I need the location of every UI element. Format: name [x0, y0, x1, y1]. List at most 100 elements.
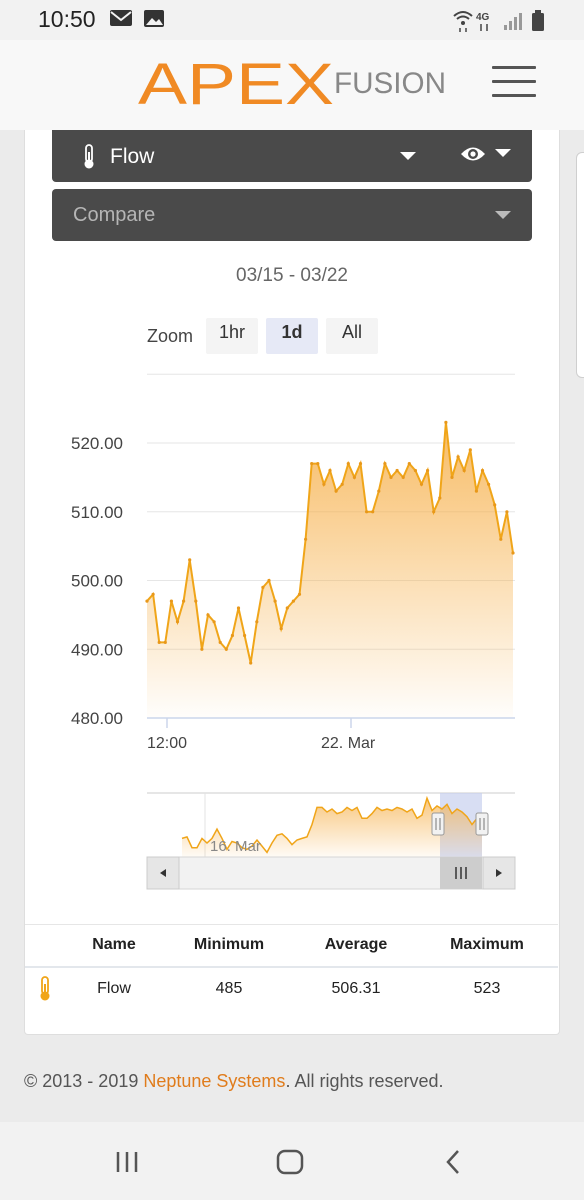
probe-select[interactable]: Flow — [52, 130, 532, 182]
zoom-1hr-button[interactable]: 1hr — [206, 318, 258, 354]
data-point — [163, 640, 167, 645]
navigator-label: 16. Mar — [210, 838, 261, 855]
footer-suffix: . All rights reserved. — [285, 1071, 444, 1091]
data-point — [456, 455, 460, 459]
system-nav-bar — [0, 1122, 584, 1200]
data-point — [297, 592, 302, 596]
thermometer-icon — [84, 144, 94, 169]
data-point — [175, 620, 180, 624]
data-point — [304, 537, 308, 541]
data-point — [474, 489, 478, 493]
data-point — [267, 578, 271, 583]
compare-chevron-down-icon[interactable] — [495, 211, 511, 219]
svg-text:FUSION: FUSION — [334, 67, 446, 100]
data-point — [285, 606, 289, 610]
wifi-icon — [453, 11, 473, 32]
row-maximum: 523 — [473, 980, 501, 997]
svg-text:4G: 4G — [476, 12, 490, 23]
neptune-systems-link[interactable]: Neptune Systems — [143, 1071, 285, 1091]
data-point — [255, 620, 259, 624]
data-point — [377, 489, 381, 493]
navigator-right-handle[interactable] — [475, 812, 489, 836]
image-icon — [144, 10, 164, 27]
data-point — [352, 475, 356, 479]
recent-apps-icon[interactable] — [106, 1146, 150, 1178]
hamburger-menu-icon[interactable] — [492, 66, 536, 100]
x-tick-label: 12:00 — [147, 735, 187, 752]
copyright-footer: © 2013 - 2019 Neptune Systems. All right… — [24, 1071, 444, 1092]
data-point — [334, 489, 338, 493]
view-chevron-down-icon[interactable] — [495, 149, 511, 157]
row-name: Flow — [97, 980, 131, 997]
data-point — [224, 647, 228, 651]
data-point — [426, 468, 430, 473]
y-tick-label: 510.00 — [71, 503, 123, 522]
chart-navigator[interactable]: 16. Mar — [0, 788, 584, 894]
table-header-divider — [25, 966, 558, 968]
table-top-border — [25, 924, 558, 925]
table-header-name: Name — [92, 936, 136, 953]
navigator-left-handle[interactable] — [431, 812, 445, 836]
data-point — [218, 640, 222, 645]
data-point — [358, 462, 363, 466]
table-header-maximum: Maximum — [450, 936, 524, 953]
home-icon[interactable] — [268, 1146, 312, 1178]
data-point — [249, 661, 253, 665]
compare-placeholder: Compare — [73, 204, 156, 226]
data-point — [389, 475, 393, 479]
chevron-down-icon[interactable] — [400, 152, 416, 160]
data-point — [322, 482, 326, 486]
apex-fusion-logo: APEX FUSION — [138, 60, 446, 110]
data-point — [438, 496, 442, 500]
data-point — [468, 448, 472, 452]
data-point — [365, 510, 369, 514]
data-point — [230, 633, 234, 638]
data-point — [194, 599, 198, 603]
eye-icon[interactable] — [460, 145, 486, 163]
back-icon[interactable] — [432, 1146, 476, 1178]
thermometer-icon — [40, 976, 50, 1001]
data-point — [487, 482, 491, 486]
data-point — [206, 613, 210, 617]
data-point — [432, 510, 436, 514]
data-point — [383, 462, 387, 466]
navigator-scrollbar[interactable] — [146, 856, 516, 890]
table-header-average: Average — [324, 936, 388, 953]
data-point — [493, 503, 497, 507]
data-point — [291, 599, 295, 603]
status-time: 10:50 — [38, 6, 96, 32]
data-point — [511, 551, 515, 555]
data-point — [212, 620, 216, 624]
status-icons-right: 4G — [452, 8, 548, 37]
data-point — [328, 468, 332, 473]
data-point — [346, 462, 350, 466]
data-point — [316, 462, 320, 466]
data-point — [407, 462, 411, 466]
data-point — [151, 592, 155, 596]
svg-text:APEX: APEX — [138, 60, 334, 110]
flow-series-area — [147, 422, 513, 718]
data-point — [169, 599, 173, 603]
zoom-label: Zoom — [147, 326, 194, 346]
compare-select[interactable]: Compare — [52, 189, 532, 241]
data-point — [395, 468, 399, 473]
battery-icon — [532, 10, 544, 31]
data-point — [243, 633, 247, 638]
status-icons-left — [110, 8, 170, 35]
zoom-all-button[interactable]: All — [326, 318, 378, 354]
app-header: APEX FUSION — [0, 40, 584, 130]
flow-chart[interactable]: 520.00 510.00 500.00 490.00 480.00 12:00 22.… — [0, 360, 584, 760]
data-point — [279, 627, 283, 631]
data-point — [261, 585, 265, 590]
data-point — [273, 599, 277, 603]
signal-icon — [504, 13, 522, 30]
data-point — [462, 468, 466, 473]
data-point — [505, 510, 509, 514]
y-tick-label: 520.00 — [71, 434, 123, 453]
data-point — [419, 482, 424, 486]
y-tick-label: 490.00 — [71, 640, 123, 659]
footer-prefix: © 2013 - 2019 — [24, 1071, 144, 1091]
data-point — [340, 482, 344, 486]
data-point — [182, 599, 186, 603]
zoom-1d-button[interactable]: 1d — [266, 318, 318, 354]
